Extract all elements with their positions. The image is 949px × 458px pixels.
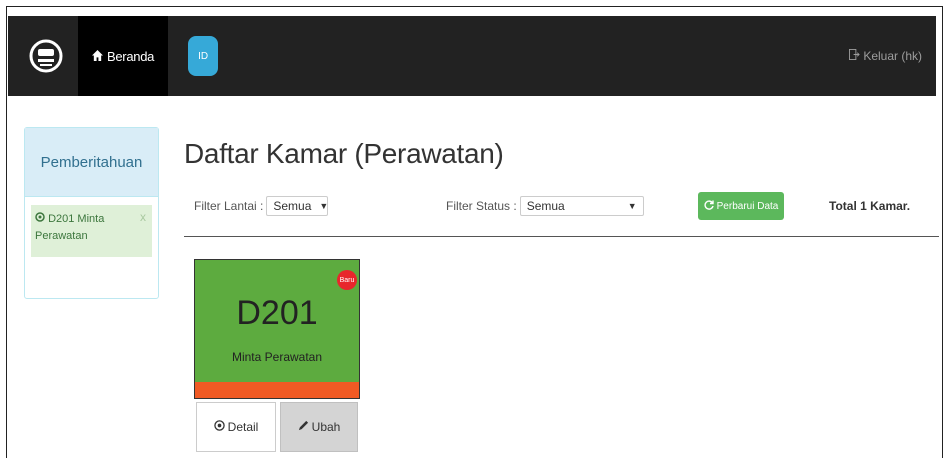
status-filter-label: Filter Status : (446, 199, 517, 213)
room-status-bar (195, 382, 359, 398)
check-circle-icon (35, 212, 48, 225)
edit-button-label: Ubah (311, 420, 341, 434)
floor-select[interactable]: Semua ▼ (266, 196, 329, 216)
nav-home-link[interactable]: Beranda (78, 16, 169, 96)
room-card[interactable]: Baru D201 Minta Perawatan (194, 259, 360, 399)
filter-bar: Filter Lantai : Semua ▼ Filter Status : … (184, 190, 939, 237)
status-filter: Filter Status : Semua ▼ (446, 196, 644, 216)
status-select-value: Semua (526, 199, 565, 213)
edit-button[interactable]: Ubah (280, 402, 358, 452)
detail-button[interactable]: Detail (196, 402, 276, 452)
refresh-button[interactable]: Perbarui Data (698, 192, 784, 220)
notification-panel: Pemberitahuan D201 Minta Perawatan x (24, 127, 159, 299)
pencil-icon (298, 420, 309, 434)
id-chip[interactable]: ID (188, 36, 219, 76)
refresh-button-label: Perbarui Data (716, 200, 779, 212)
floor-filter: Filter Lantai : Semua ▼ (194, 196, 329, 216)
navbar: Beranda ID Keluar (hk) (8, 16, 936, 96)
notification-title: Pemberitahuan (25, 128, 158, 197)
status-select[interactable]: Semua ▼ (519, 196, 644, 216)
close-icon[interactable]: x (140, 209, 146, 226)
nav-home-label: Beranda (107, 48, 155, 64)
home-icon (92, 49, 103, 64)
new-badge: Baru (337, 270, 357, 290)
chevron-down-icon: ▼ (627, 201, 637, 211)
logo-icon[interactable] (26, 36, 66, 76)
detail-button-label: Detail (227, 420, 259, 434)
chevron-down-icon: ▼ (319, 201, 329, 211)
logout-label: Keluar (hk) (863, 49, 922, 63)
eye-icon (213, 420, 225, 434)
logout-link[interactable]: Keluar (hk) (849, 49, 922, 63)
page-title: Daftar Kamar (Perawatan) (184, 138, 504, 169)
notification-item[interactable]: D201 Minta Perawatan x (31, 205, 152, 257)
room-number: D201 (236, 294, 318, 332)
total-count: Total 1 Kamar. (829, 199, 911, 213)
room-status: Minta Perawatan (231, 350, 323, 364)
floor-select-value: Semua (273, 199, 312, 213)
refresh-icon (704, 199, 714, 213)
floor-filter-label: Filter Lantai : (194, 199, 264, 213)
logout-icon (849, 49, 861, 63)
